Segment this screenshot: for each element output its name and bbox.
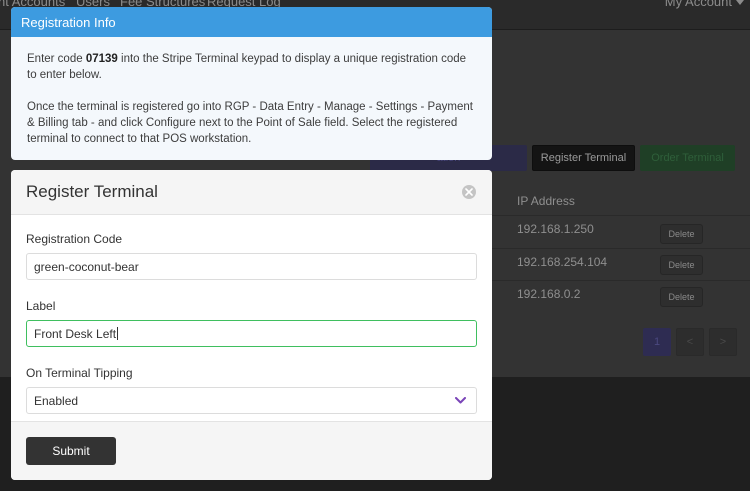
chevron-down-icon	[455, 397, 466, 404]
registration-info-instructions: Enter code 07139 into the Stripe Termina…	[27, 51, 476, 83]
ip-address-header: IP Address	[517, 194, 575, 208]
registration-info-popup: Registration Info Enter code 07139 into …	[11, 7, 492, 160]
tipping-label: On Terminal Tipping	[26, 366, 133, 380]
pagination-page-1[interactable]: 1	[643, 328, 671, 356]
registration-code-label: Registration Code	[26, 232, 123, 246]
delete-button[interactable]: Delete	[660, 224, 703, 244]
registration-info-configure-text: Once the terminal is registered go into …	[27, 101, 473, 145]
my-account-label: My Account	[664, 0, 732, 9]
label-field-label: Label	[26, 299, 56, 313]
text-cursor	[117, 327, 119, 340]
modal-footer: Submit	[11, 421, 492, 480]
modal-body: Registration Code green-coconut-bear Lab…	[11, 215, 492, 414]
table-row: 192.168.1.250 Delete	[492, 215, 750, 247]
ip-address-cell: 192.168.1.250	[517, 222, 594, 236]
ip-address-cell: 192.168.0.2	[517, 287, 581, 301]
instruction-text: Enter code	[27, 53, 86, 65]
pagination-prev[interactable]: <	[676, 328, 704, 356]
label-input-value: Front Desk Left	[34, 326, 117, 341]
tipping-select[interactable]: Enabled	[26, 387, 477, 414]
delete-button[interactable]: Delete	[660, 287, 703, 307]
table-row: 192.168.254.104 Delete	[492, 248, 750, 280]
label-input[interactable]: Front Desk Left	[26, 320, 477, 347]
caret-down-icon	[736, 0, 744, 6]
close-icon[interactable]	[462, 185, 476, 199]
registration-info-body: Enter code 07139 into the Stripe Termina…	[11, 37, 492, 147]
registration-code-number: 07139	[85, 53, 118, 65]
pagination-next[interactable]: >	[709, 328, 737, 356]
ip-address-cell: 192.168.254.104	[517, 255, 608, 269]
tipping-select-value: Enabled	[34, 393, 79, 408]
modal-header: Register Terminal	[11, 170, 492, 215]
modal-title: Register Terminal	[26, 182, 158, 201]
order-terminal-button[interactable]: Order Terminal	[640, 145, 735, 171]
registration-code-input[interactable]: green-coconut-bear	[26, 253, 477, 280]
register-terminal-button[interactable]: Register Terminal	[532, 145, 635, 171]
table-row: 192.168.0.2 Delete	[492, 280, 750, 312]
delete-button[interactable]: Delete	[660, 255, 703, 275]
my-account-menu[interactable]: My Account	[665, 0, 744, 9]
register-terminal-modal: Register Terminal Registration Code gree…	[11, 170, 492, 480]
submit-button[interactable]: Submit	[26, 437, 116, 465]
registration-info-title: Registration Info	[11, 7, 492, 37]
